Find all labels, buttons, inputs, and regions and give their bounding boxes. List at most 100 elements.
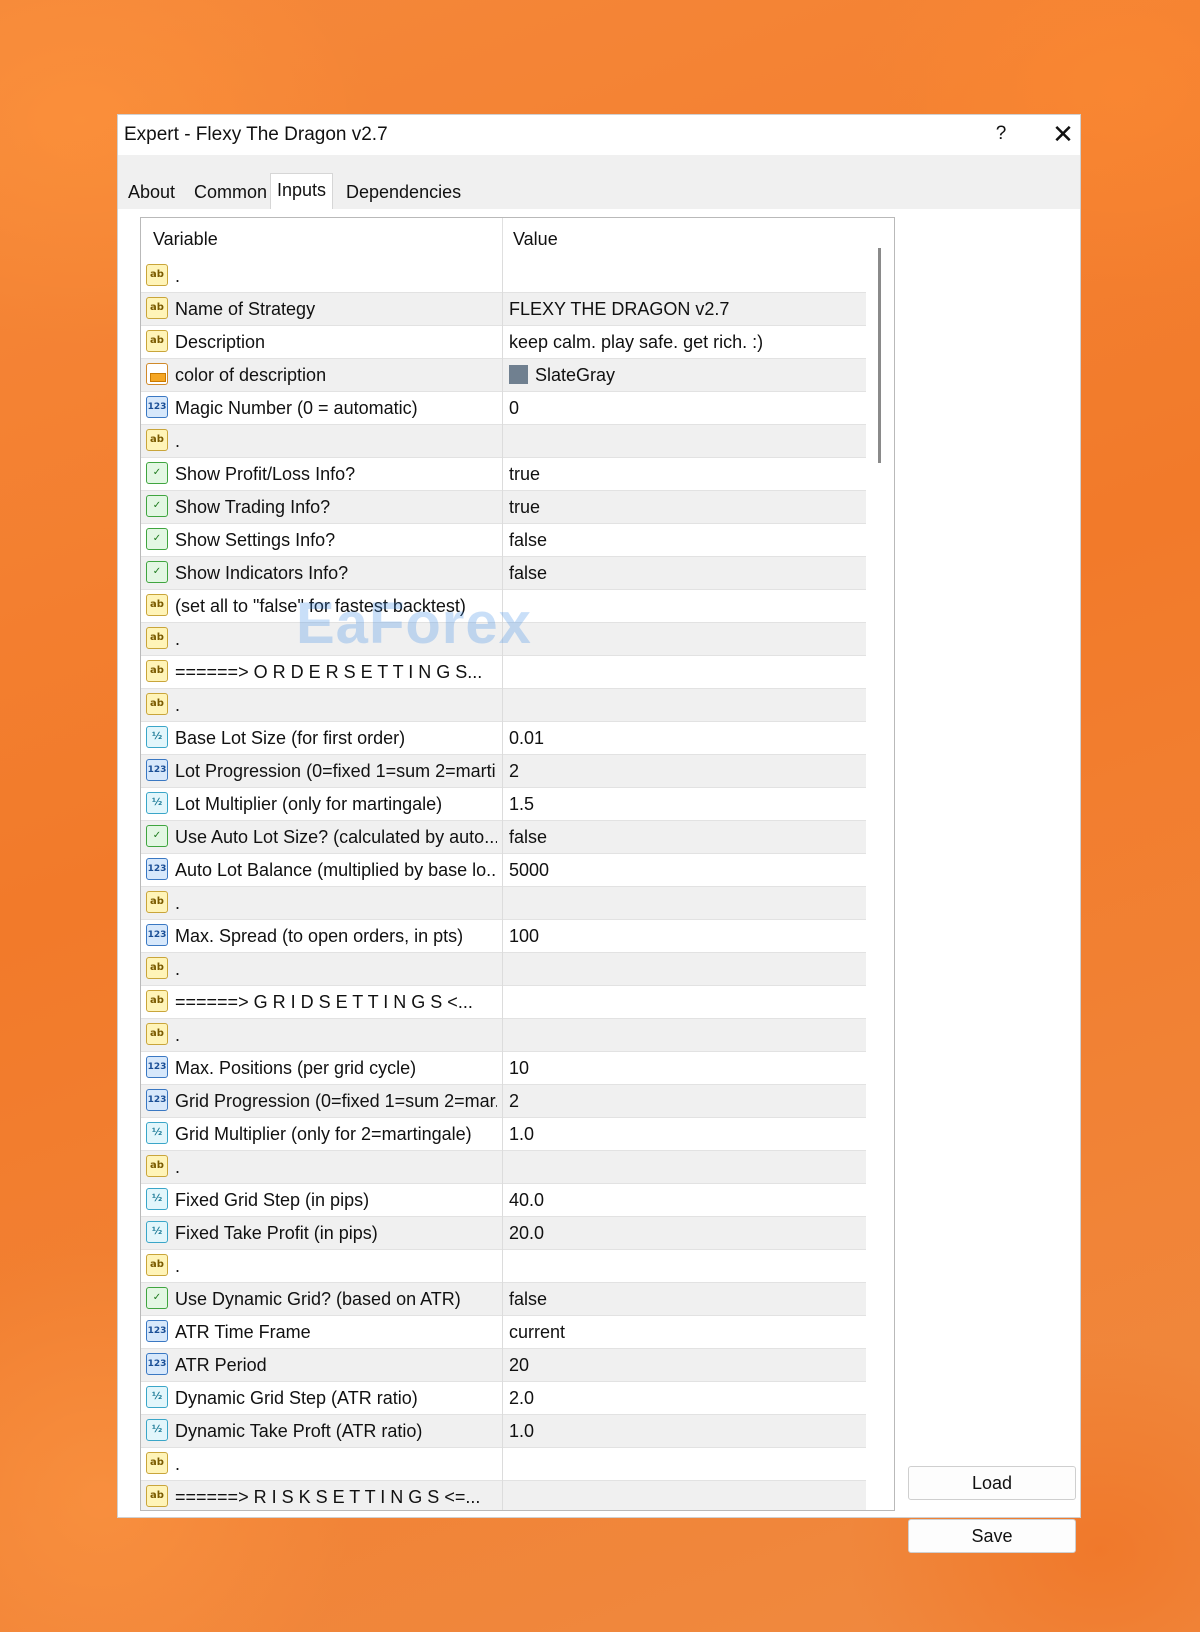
table-row[interactable]: ✓ Show Profit/Loss Info? true <box>141 458 866 491</box>
table-row[interactable]: ✓ Use Dynamic Grid? (based on ATR) false <box>141 1283 866 1316</box>
table-row[interactable]: ab ======> R I S K S E T T I N G S <=... <box>141 1481 866 1510</box>
table-row[interactable]: 123 Max. Spread (to open orders, in pts) 1… <box>141 920 866 953</box>
cell-divider <box>502 524 503 557</box>
string-type-icon: ab <box>146 1452 168 1474</box>
table-row[interactable]: ab. <box>141 953 866 986</box>
table-row[interactable]: ab. <box>141 1250 866 1283</box>
table-row[interactable]: ab Name of Strategy FLEXY THE DRAGON v2.7 <box>141 293 866 326</box>
variable-value[interactable]: true <box>509 464 861 485</box>
cell-divider <box>502 821 503 854</box>
column-divider[interactable] <box>502 218 503 260</box>
variable-value[interactable]: false <box>509 827 861 848</box>
table-row[interactable]: ab (set all to "false" for fastest backte… <box>141 590 866 623</box>
variable-value[interactable]: 2.0 <box>509 1388 861 1409</box>
variable-value[interactable]: true <box>509 497 861 518</box>
variable-value[interactable]: 5000 <box>509 860 861 881</box>
table-row[interactable]: color of description SlateGray <box>141 359 866 392</box>
variable-value[interactable]: 20.0 <box>509 1223 861 1244</box>
variable-name: Dynamic Take Proft (ATR ratio) <box>175 1421 423 1441</box>
table-row[interactable]: ab. <box>141 1448 866 1481</box>
save-button[interactable]: Save <box>908 1519 1076 1553</box>
table-row[interactable]: ab. <box>141 1019 866 1052</box>
variable-value[interactable]: false <box>509 563 861 584</box>
string-type-icon: ab <box>146 297 168 319</box>
variable-value[interactable]: current <box>509 1322 861 1343</box>
table-row[interactable]: ½ Fixed Grid Step (in pips) 40.0 <box>141 1184 866 1217</box>
table-row[interactable]: ½ Fixed Take Profit (in pips) 20.0 <box>141 1217 866 1250</box>
table-row[interactable]: ab Description keep calm. play safe. get r… <box>141 326 866 359</box>
boolean-type-icon: ✓ <box>146 825 168 847</box>
table-row[interactable]: 123 Lot Progression (0=fixed 1=sum 2=mart… <box>141 755 866 788</box>
variable-value[interactable]: 0 <box>509 398 861 419</box>
variable-value[interactable]: 1.5 <box>509 794 861 815</box>
table-row[interactable]: ab. <box>141 887 866 920</box>
table-row[interactable]: ½ Grid Multiplier (only for 2=martingale)… <box>141 1118 866 1151</box>
variable-value[interactable]: 1.0 <box>509 1421 861 1442</box>
column-header-variable[interactable]: Variable <box>153 229 218 250</box>
variable-name: Base Lot Size (for first order) <box>175 728 406 748</box>
variable-name: Show Settings Info? <box>175 530 336 550</box>
table-row[interactable]: 123 Max. Positions (per grid cycle) 10 <box>141 1052 866 1085</box>
window-title: Expert - Flexy The Dragon v2.7 <box>124 124 388 145</box>
cell-divider <box>502 425 503 458</box>
variable-value[interactable]: 1.0 <box>509 1124 861 1145</box>
table-row[interactable]: ab. <box>141 623 866 656</box>
table-row[interactable]: ✓ Show Settings Info? false <box>141 524 866 557</box>
variable-name: . <box>175 266 181 286</box>
variable-value[interactable]: 20 <box>509 1355 861 1376</box>
variable-name: Show Trading Info? <box>175 497 331 517</box>
variable-name: color of description <box>175 365 327 385</box>
variable-value[interactable]: 0.01 <box>509 728 861 749</box>
table-row[interactable]: ab. <box>141 260 866 293</box>
variable-value[interactable]: 2 <box>509 1091 861 1112</box>
color-value-label: SlateGray <box>535 365 616 385</box>
table-row[interactable]: ½ Dynamic Take Proft (ATR ratio) 1.0 <box>141 1415 866 1448</box>
variable-value[interactable]: FLEXY THE DRAGON v2.7 <box>509 299 861 320</box>
variable-value[interactable]: 40.0 <box>509 1190 861 1211</box>
variable-name: Fixed Take Profit (in pips) <box>175 1223 378 1243</box>
variable-value[interactable]: 2 <box>509 761 861 782</box>
variable-value[interactable]: SlateGray <box>509 365 861 386</box>
double-type-icon: ½ <box>146 1386 168 1408</box>
table-row[interactable]: 123 ATR Period 20 <box>141 1349 866 1382</box>
help-button[interactable]: ? <box>986 123 1016 145</box>
double-type-icon: ½ <box>146 1419 168 1441</box>
variable-name: . <box>175 629 181 649</box>
variable-name: Use Dynamic Grid? (based on ATR) <box>175 1289 461 1309</box>
variable-value[interactable]: false <box>509 530 861 551</box>
table-row[interactable]: 123 Grid Progression (0=fixed 1=sum 2=mar… <box>141 1085 866 1118</box>
table-row[interactable]: ✓ Use Auto Lot Size? (calculated by auto.… <box>141 821 866 854</box>
table-row[interactable]: ½ Dynamic Grid Step (ATR ratio) 2.0 <box>141 1382 866 1415</box>
cell-divider <box>502 1316 503 1349</box>
integer-type-icon: 123 <box>146 759 168 781</box>
variable-name: Show Indicators Info? <box>175 563 349 583</box>
string-type-icon: ab <box>146 957 168 979</box>
close-icon[interactable]: ✕ <box>1048 119 1078 149</box>
table-row[interactable]: ab ======> O R D E R S E T T I N G S... <box>141 656 866 689</box>
cell-divider <box>502 920 503 953</box>
table-row[interactable]: ✓ Show Trading Info? true <box>141 491 866 524</box>
table-row[interactable]: ✓ Show Indicators Info? false <box>141 557 866 590</box>
tab-common[interactable]: Common <box>188 177 273 207</box>
variable-value[interactable]: false <box>509 1289 861 1310</box>
table-row[interactable]: ½ Lot Multiplier (only for martingale) 1.5 <box>141 788 866 821</box>
table-row[interactable]: ½ Base Lot Size (for first order) 0.01 <box>141 722 866 755</box>
variable-name: . <box>175 1157 181 1177</box>
table-row[interactable]: ab. <box>141 689 866 722</box>
column-header-value[interactable]: Value <box>513 229 558 250</box>
table-row[interactable]: 123 Auto Lot Balance (multiplied by base … <box>141 854 866 887</box>
load-button[interactable]: Load <box>908 1466 1076 1500</box>
scrollbar-thumb[interactable] <box>878 248 881 463</box>
tab-dependencies[interactable]: Dependencies <box>340 177 467 207</box>
table-row[interactable]: ab. <box>141 1151 866 1184</box>
table-row[interactable]: ab. <box>141 425 866 458</box>
table-row[interactable]: 123 ATR Time Frame current <box>141 1316 866 1349</box>
tab-inputs[interactable]: Inputs <box>270 173 334 210</box>
variable-value[interactable]: 100 <box>509 926 861 947</box>
tab-about[interactable]: About <box>122 177 181 207</box>
table-row[interactable]: 123 Magic Number (0 = automatic) 0 <box>141 392 866 425</box>
variable-value[interactable]: keep calm. play safe. get rich. :) <box>509 332 861 353</box>
variable-value[interactable]: 10 <box>509 1058 861 1079</box>
table-row[interactable]: ab ======> G R I D S E T T I N G S <... <box>141 986 866 1019</box>
vertical-scrollbar[interactable] <box>866 218 893 1510</box>
